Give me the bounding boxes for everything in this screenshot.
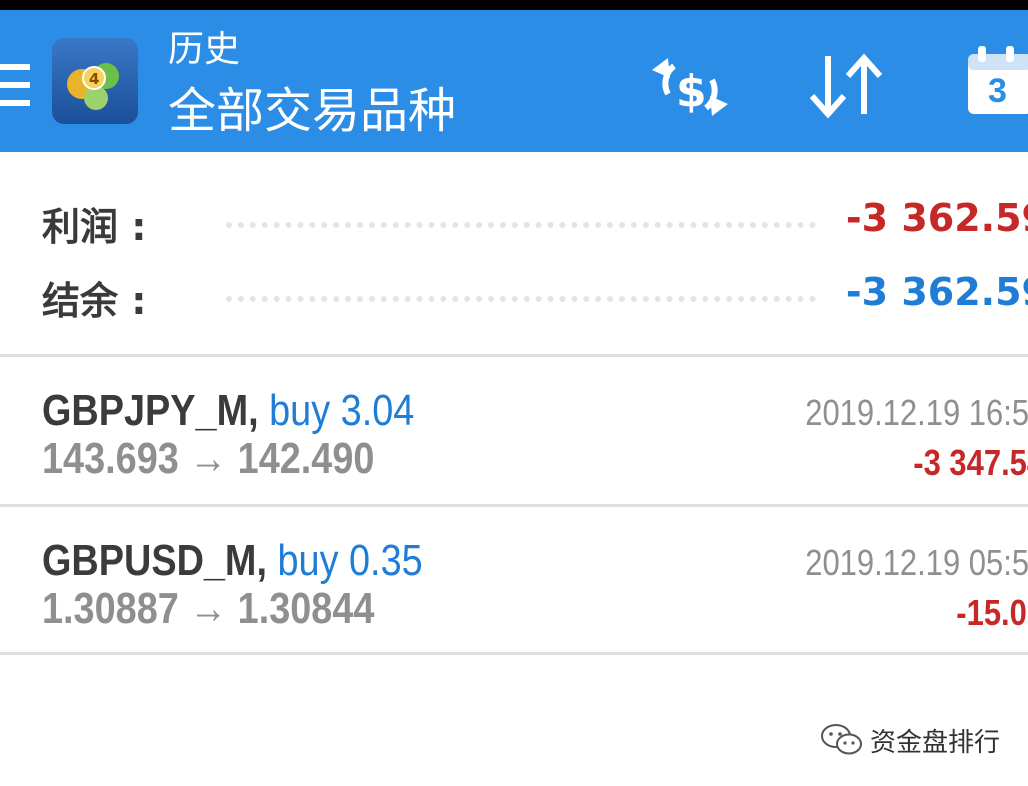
trade-time: 2019.12.19 05:59 bbox=[804, 542, 1028, 583]
divider bbox=[0, 504, 1028, 507]
symbol-filter-title[interactable]: 全部交易品种 bbox=[168, 82, 456, 140]
balance-value: -3 362.59 bbox=[845, 270, 1028, 314]
trade-symbol-name: GBPJPY_M, bbox=[42, 386, 259, 435]
trade-side: buy 0.35 bbox=[277, 536, 423, 585]
trade-profit: -3 347.54 bbox=[913, 442, 1028, 483]
trade-time: 2019.12.19 16:58 bbox=[804, 392, 1028, 433]
trade-prices: 1.30887 → 1.30844 bbox=[42, 584, 375, 633]
app-bar: 4 历史 全部交易品种 $ 3 bbox=[0, 10, 1028, 152]
metatrader-4-logo: 4 bbox=[52, 38, 138, 124]
wechat-icon bbox=[821, 724, 862, 755]
calendar-day: 3 bbox=[988, 72, 1007, 110]
trade-side: buy 3.04 bbox=[269, 386, 415, 435]
profit-label: 利润 : bbox=[42, 205, 147, 249]
sort-arrows-icon[interactable] bbox=[806, 50, 886, 120]
currency-exchange-icon[interactable]: $ bbox=[650, 54, 730, 120]
dotted-leader bbox=[226, 222, 816, 228]
svg-text:$: $ bbox=[676, 66, 707, 117]
table-row[interactable]: GBPJPY_M, buy 3.04 143.693 → 142.490 201… bbox=[0, 358, 1028, 504]
trade-symbol-name: GBPUSD_M, bbox=[42, 536, 267, 585]
table-row[interactable]: GBPUSD_M, buy 0.35 1.30887 → 1.30844 201… bbox=[0, 508, 1028, 654]
divider bbox=[0, 652, 1028, 655]
logo-graphic: 4 bbox=[67, 63, 119, 110]
profit-value: -3 362.59 bbox=[845, 196, 1028, 240]
watermark: 资金盘排行 bbox=[820, 720, 1000, 760]
trade-profit: -15.05 bbox=[956, 592, 1028, 633]
summary-panel: 利润 : -3 362.59 结余 : -3 362.59 bbox=[0, 152, 1028, 354]
trade-prices: 143.693 → 142.490 bbox=[42, 434, 375, 483]
watermark-text: 资金盘排行 bbox=[870, 727, 1001, 758]
dotted-leader bbox=[226, 296, 816, 302]
hamburger-menu-icon[interactable] bbox=[0, 60, 30, 110]
status-bar bbox=[0, 0, 1028, 10]
divider bbox=[0, 354, 1028, 357]
svg-text:4: 4 bbox=[89, 70, 99, 88]
calendar-icon[interactable]: 3 bbox=[966, 44, 1028, 116]
trade-symbol: GBPUSD_M, buy 0.35 bbox=[42, 536, 423, 586]
page-title: 历史 bbox=[168, 29, 241, 70]
balance-label: 结余 : bbox=[42, 279, 147, 323]
trade-symbol: GBPJPY_M, buy 3.04 bbox=[42, 386, 414, 436]
